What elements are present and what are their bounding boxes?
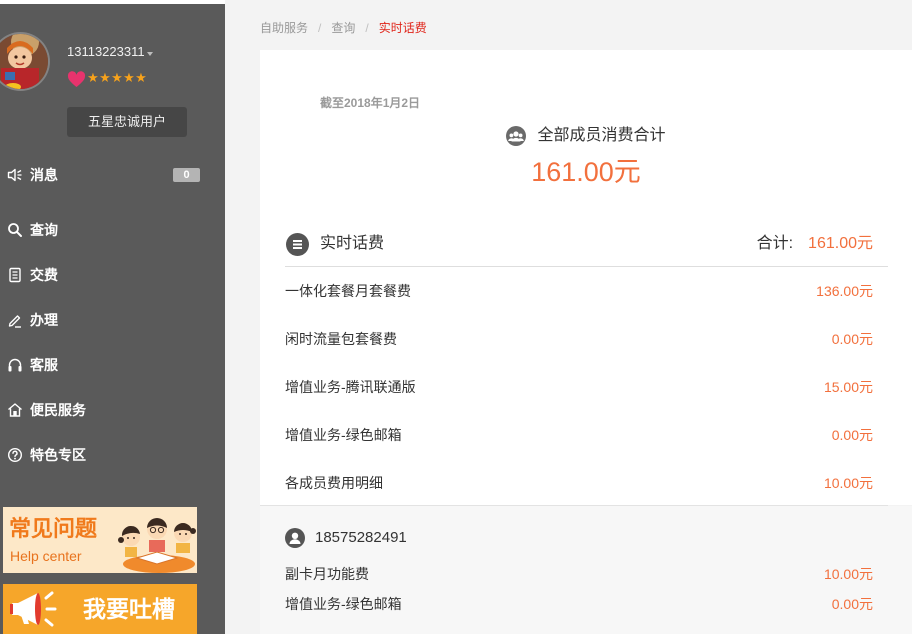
fee-row: 增值业务-腾讯联通版 15.00元 xyxy=(285,363,873,411)
star-icon: ★ xyxy=(123,71,135,86)
message-count-badge: 0 xyxy=(173,168,200,182)
member-fee-row: 增值业务-绿色邮箱 0.00元 xyxy=(285,589,873,619)
help-center-subtitle: Help center xyxy=(10,548,82,564)
fee-row-amount: 10.00元 xyxy=(823,475,873,491)
caret-down-icon xyxy=(146,51,153,56)
user-phone: 13113223311 xyxy=(67,44,145,59)
member-phone: 18575282491 xyxy=(315,529,407,546)
kids-illustration-icon xyxy=(118,518,196,573)
summary-title: 全部成员消费合计 xyxy=(260,125,912,147)
heart-icon xyxy=(67,70,86,87)
sidebar-item-label: 办理 xyxy=(30,312,58,328)
sidebar-item-convenience[interactable]: 便民服务 xyxy=(0,388,225,432)
star-icon: ★ xyxy=(99,71,111,86)
sidebar-item-label: 特色专区 xyxy=(30,447,86,463)
complaint-title: 我要吐槽 xyxy=(83,596,175,622)
house-icon xyxy=(8,403,22,417)
member-level-button[interactable]: 五星忠诚用户 xyxy=(67,107,187,137)
sidebar-item-payment[interactable]: 交费 xyxy=(0,253,225,297)
sidebar-item-label: 交费 xyxy=(30,267,58,283)
breadcrumb-separator: / xyxy=(318,21,322,35)
member-fee-label: 增值业务-绿色邮箱 xyxy=(285,596,402,612)
sidebar-item-handle[interactable]: 办理 xyxy=(0,298,225,342)
member-rating: ★ ★ ★ ★ ★ xyxy=(67,70,147,88)
star-icon: ★ xyxy=(87,71,99,86)
fee-summary-card: 截至2018年1月2日 全部成员消费合计 161.00元 实时话费 合计: 16… xyxy=(260,50,912,505)
section-total-label: 合计: xyxy=(756,235,794,252)
star-rating: ★ ★ ★ ★ ★ xyxy=(87,71,147,87)
search-icon xyxy=(8,223,22,237)
breadcrumb: 自助服务 / 查询 / 实时话费 xyxy=(260,20,427,36)
user-icon xyxy=(285,528,305,548)
user-phone-dropdown[interactable]: 13113223311 xyxy=(67,44,153,60)
breadcrumb-current: 实时话费 xyxy=(378,21,427,35)
member-detail: 18575282491 副卡月功能费 10.00元 增值业务-绿色邮箱 0.00… xyxy=(260,506,912,634)
star-icon: ★ xyxy=(135,71,147,86)
fee-row-label: 增值业务-腾讯联通版 xyxy=(285,379,416,395)
member-fee-row: 副卡月功能费 10.00元 xyxy=(285,559,873,589)
pencil-icon xyxy=(8,315,21,328)
sidebar-item-messages[interactable]: 消息 0 xyxy=(0,153,225,197)
section-total: 合计: 161.00元 xyxy=(757,234,873,254)
fee-row-amount: 15.00元 xyxy=(823,379,873,395)
question-circle-icon xyxy=(7,447,23,463)
sidebar-item-label: 查询 xyxy=(30,222,58,238)
breadcrumb-separator: / xyxy=(365,21,369,35)
fee-row-amount: 0.00元 xyxy=(831,331,873,347)
breadcrumb-query[interactable]: 查询 xyxy=(331,20,355,36)
cartoon-avatar-icon xyxy=(0,34,48,89)
help-center-banner[interactable]: 常见问题 Help center xyxy=(3,507,197,573)
sidebar-item-customer-service[interactable]: 客服 xyxy=(0,343,225,387)
member-fee-amount: 10.00元 xyxy=(823,566,873,582)
fee-row-label: 增值业务-绿色邮箱 xyxy=(285,427,402,443)
fee-row: 闲时流量包套餐费 0.00元 xyxy=(285,315,873,363)
breadcrumb-self-service[interactable]: 自助服务 xyxy=(260,20,308,36)
fee-row: 一体化套餐月套餐费 136.00元 xyxy=(285,267,873,315)
fee-row-label: 各成员费用明细 xyxy=(285,475,383,491)
list-icon xyxy=(286,233,309,256)
star-icon: ★ xyxy=(111,71,123,86)
sidebar-item-query[interactable]: 查询 xyxy=(0,208,225,252)
member-fee-amount: 0.00元 xyxy=(831,596,873,612)
as-of-date: 截至2018年1月2日 xyxy=(320,96,421,110)
fee-row-member-details[interactable]: 各成员费用明细 10.00元 xyxy=(285,459,873,507)
fee-row-amount: 0.00元 xyxy=(831,427,873,443)
megaphone-icon xyxy=(10,591,57,627)
section-title: 实时话费 xyxy=(320,235,385,252)
sidebar-item-label: 客服 xyxy=(30,357,58,373)
fee-row-label: 一体化套餐月套餐费 xyxy=(285,283,411,299)
help-center-title: 常见问题 xyxy=(9,516,98,541)
sidebar-item-featured[interactable]: 特色专区 xyxy=(0,433,225,477)
complaint-banner[interactable]: 我要吐槽 xyxy=(3,584,197,634)
headset-icon xyxy=(8,358,22,372)
fee-row-label: 闲时流量包套餐费 xyxy=(285,331,397,347)
avatar[interactable] xyxy=(0,34,48,89)
summary-total-amount: 161.00元 xyxy=(531,157,641,187)
member-fee-label: 副卡月功能费 xyxy=(285,566,369,582)
sidebar-item-label: 便民服务 xyxy=(30,402,86,418)
sidebar: 13113223311 ★ ★ ★ ★ ★ 五星忠诚用户 消息 0 查询 交费 … xyxy=(0,4,225,634)
group-icon xyxy=(506,126,527,146)
fee-row: 增值业务-绿色邮箱 0.00元 xyxy=(285,411,873,459)
sidebar-item-label: 消息 xyxy=(30,167,58,183)
bill-icon xyxy=(9,267,21,283)
fee-row-amount: 136.00元 xyxy=(816,283,873,299)
page: 13113223311 ★ ★ ★ ★ ★ 五星忠诚用户 消息 0 查询 交费 … xyxy=(0,0,912,634)
speaker-icon xyxy=(7,168,22,182)
summary-title-text: 全部成员消费合计 xyxy=(537,127,666,144)
section-total-amount: 161.00元 xyxy=(808,235,873,252)
